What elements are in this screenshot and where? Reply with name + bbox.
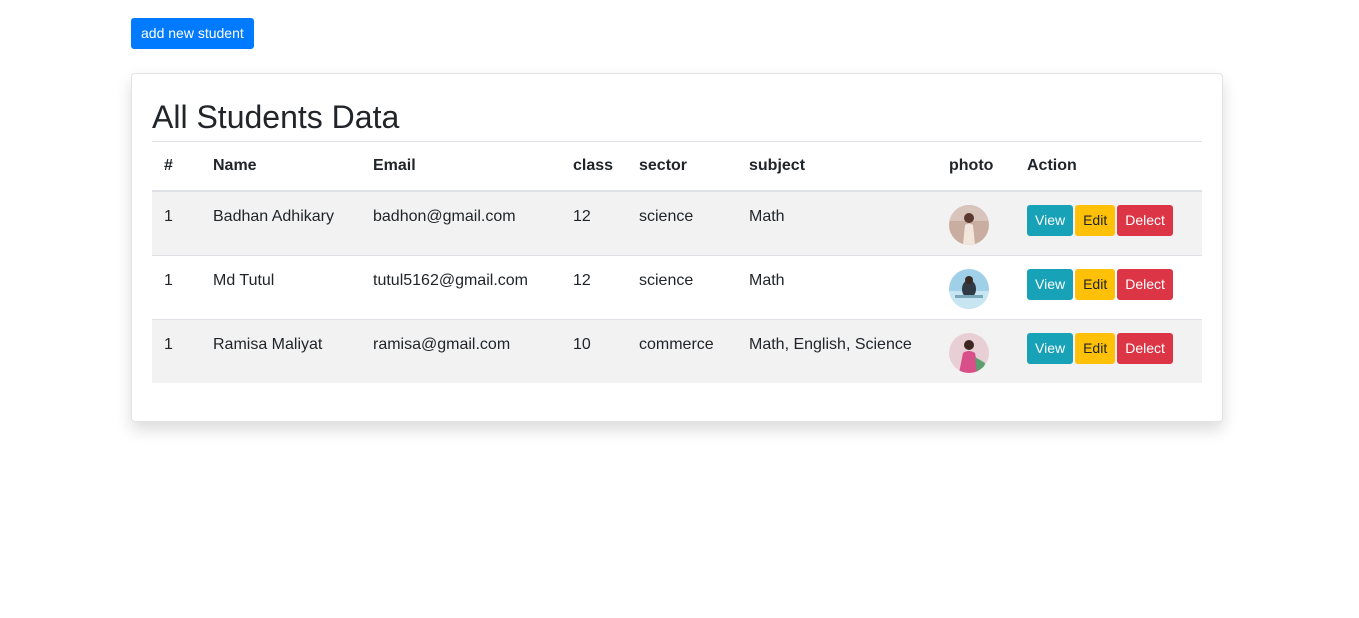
student-sector: science (639, 208, 694, 225)
delete-button[interactable]: Delect (1117, 332, 1173, 364)
action-cell: View Edit Delect (1015, 191, 1202, 255)
student-photo (949, 268, 989, 309)
edit-button[interactable]: Edit (1075, 205, 1116, 236)
table-header-row: # Name Email class sector subject photo … (152, 142, 1202, 192)
student-subject: Math (737, 254, 937, 319)
student-email: badhon@gmail.com (373, 208, 516, 225)
action-cell: View Edit Delect (1015, 254, 1202, 319)
delete-button[interactable]: Delect (1117, 205, 1173, 236)
student-photo (949, 205, 989, 245)
student-class: 10 (561, 318, 627, 383)
header-sector: sector (627, 142, 737, 192)
delete-button[interactable]: Delect (1117, 268, 1173, 300)
view-button[interactable]: View (1027, 205, 1074, 236)
header-class: class (561, 142, 627, 192)
student-sector: science (627, 254, 737, 319)
student-name: Ramisa Maliyat (201, 318, 361, 383)
header-email: Email (361, 142, 561, 192)
student-class: 12 (573, 208, 591, 225)
header-subject: subject (737, 142, 937, 192)
student-email: ramisa@gmail.com (361, 318, 561, 383)
action-cell: View Edit Delect (1015, 318, 1202, 383)
student-photo (949, 332, 989, 373)
row-number: 1 (164, 208, 173, 225)
edit-button[interactable]: Edit (1075, 268, 1116, 300)
students-card: All Students Data # Name Email class sec… (131, 73, 1223, 422)
student-subject: Math, English, Science (737, 318, 937, 383)
add-new-student-button[interactable]: add new student (131, 18, 254, 49)
table-row: 1 Md Tutul tutul5162@gmail.com 12 scienc… (152, 254, 1202, 319)
photo-cell (937, 254, 1015, 319)
student-name: Badhan Adhikary (213, 208, 334, 225)
page-title: All Students Data (152, 74, 1202, 142)
table-row: 1 Ramisa Maliyat ramisa@gmail.com 10 com… (152, 318, 1202, 383)
student-name: Md Tutul (201, 254, 361, 319)
table-row: 1 Badhan Adhikary badhon@gmail.com 12 sc… (152, 191, 1202, 255)
view-button[interactable]: View (1027, 332, 1074, 364)
header-number: # (152, 142, 201, 192)
header-name: Name (201, 142, 361, 192)
student-sector: commerce (627, 318, 737, 383)
photo-cell (937, 191, 1015, 255)
view-button[interactable]: View (1027, 268, 1074, 300)
header-action: Action (1015, 142, 1202, 192)
photo-cell (937, 318, 1015, 383)
row-number: 1 (152, 318, 201, 383)
header-photo: photo (937, 142, 1015, 192)
student-email: tutul5162@gmail.com (361, 254, 561, 319)
student-subject: Math (749, 208, 785, 225)
row-number: 1 (152, 254, 201, 319)
edit-button[interactable]: Edit (1075, 332, 1116, 364)
students-table: # Name Email class sector subject photo … (152, 142, 1202, 383)
student-class: 12 (561, 254, 627, 319)
